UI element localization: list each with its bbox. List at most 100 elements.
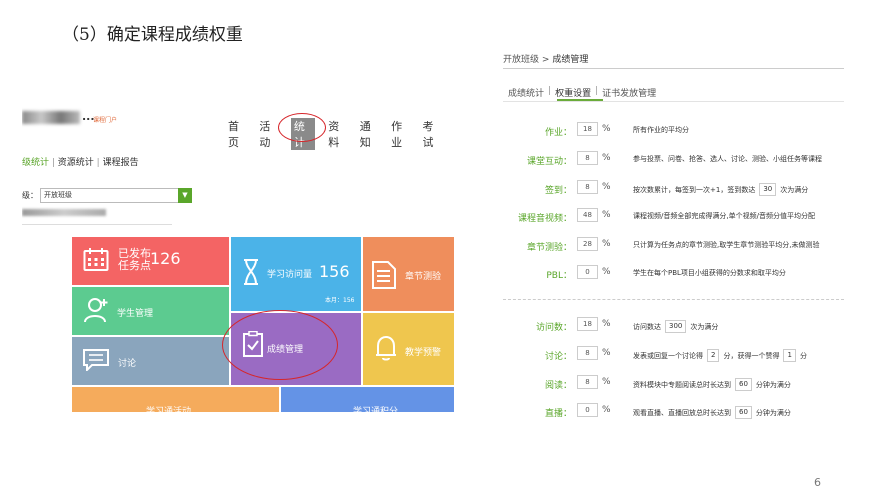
tab-certificate[interactable]: 证书发放管理: [602, 86, 656, 99]
course-portal-screenshot: ... 课程门户 首页 活动 统计 资料 通知 作业 考试 级统计 | 资源统计…: [22, 106, 454, 412]
row-desc: 访问数达 300 次为满分: [633, 320, 718, 333]
document-icon: [372, 261, 396, 289]
row-label: 阅读：: [544, 381, 572, 391]
app-points-label: 学习通积分: [353, 407, 399, 412]
subnav-resource-stats[interactable]: 资源统计: [58, 158, 94, 168]
weight-input[interactable]: 8: [577, 346, 598, 360]
breadcrumb-parent[interactable]: 开放班级: [503, 55, 539, 65]
breadcrumb-divider: [503, 68, 844, 69]
desc-text: 观看直播、直播回放总时长达到: [633, 408, 731, 417]
weight-row-live: 直播： 0 % 观看直播、直播回放总时长达到 60 分钟为满分: [503, 403, 848, 419]
portal-label: 课程门户: [93, 117, 118, 124]
discussion-label: 讨论: [118, 359, 137, 369]
live-minutes-input[interactable]: 60: [735, 406, 752, 419]
tile-discussion[interactable]: 讨论: [72, 337, 229, 385]
desc-text: 按次数累计，每签到一次+1，签到数达: [633, 185, 756, 194]
nav-homework[interactable]: 作业: [391, 118, 409, 150]
sub-nav: 级统计 | 资源统计 | 课程报告: [22, 158, 139, 168]
percent-sign: %: [602, 239, 611, 249]
percent-sign: %: [602, 210, 611, 220]
row-label: 签到：: [544, 186, 572, 196]
row-label: 课程音视频：: [517, 214, 572, 224]
tab-grade-stats[interactable]: 成绩统计: [508, 86, 544, 99]
nav-exam[interactable]: 考试: [423, 118, 441, 150]
percent-sign: %: [602, 153, 611, 163]
warning-label: 教学预警: [405, 348, 442, 358]
published-label-2: 任务点: [118, 259, 151, 272]
weight-input[interactable]: 48: [577, 208, 598, 222]
row-desc: 学生在每个PBL项目小组获得的分数求和取平均分: [633, 269, 786, 277]
tile-student-management[interactable]: 学生管理: [72, 287, 229, 335]
visits-label: 学习访问量: [267, 270, 313, 280]
user-add-icon: [84, 298, 108, 323]
published-count: 126: [150, 249, 181, 268]
weight-input[interactable]: 0: [577, 265, 598, 279]
weight-row-homework: 作业： 18 % 所有作业的平均分: [503, 122, 848, 138]
breadcrumb-sep: >: [541, 55, 550, 65]
weight-input[interactable]: 8: [577, 151, 598, 165]
divider: [22, 224, 172, 225]
like-score-input[interactable]: 1: [783, 349, 796, 362]
bell-icon: [376, 335, 396, 361]
row-desc: 发表或回复一个讨论得 2 分，获得一个赞得 1 分: [633, 349, 807, 362]
row-desc: 参与投票、问卷、抢答、选人、讨论、测验、小组任务等课程: [633, 155, 822, 163]
weight-input[interactable]: 18: [577, 317, 598, 331]
breadcrumb-current: 成绩管理: [552, 55, 589, 65]
percent-sign: %: [602, 267, 611, 277]
weight-settings-screenshot: 开放班级 > 成绩管理 成绩统计 | 权重设置 | 证书发放管理 作业： 18 …: [503, 50, 848, 430]
nav-notice[interactable]: 通知: [360, 118, 378, 150]
reading-minutes-input[interactable]: 60: [735, 378, 752, 391]
tile-app-points[interactable]: 学习通积分: [281, 387, 454, 412]
statistics-highlight-ring: [278, 113, 326, 142]
visits-month: 本月：156: [325, 297, 355, 304]
desc-text: 分钟为满分: [755, 380, 791, 389]
tile-published-tasks[interactable]: 已发布 任务点 126: [72, 237, 229, 285]
weight-row-reading: 阅读： 8 % 资料模块中专题阅读总时长达到 60 分钟为满分: [503, 375, 848, 391]
percent-sign: %: [602, 124, 611, 134]
chat-icon: [83, 349, 109, 371]
percent-sign: %: [602, 182, 611, 192]
row-desc: 只计算为任务点的章节测验,取学生章节测验平均分,未做测验: [633, 241, 820, 249]
subnav-class-stats[interactable]: 级统计: [22, 158, 49, 168]
row-desc: 所有作业的平均分: [633, 126, 689, 134]
row-label: 作业：: [544, 128, 572, 138]
row-label: PBL：: [546, 271, 572, 281]
top-nav: 首页 活动 统计 资料 通知 作业 考试: [228, 118, 454, 150]
nav-activity[interactable]: 活动: [259, 118, 277, 150]
weight-input[interactable]: 8: [577, 375, 598, 389]
visits-count: 156: [319, 262, 350, 281]
blurred-logo: [22, 111, 80, 124]
calendar-icon: [83, 248, 109, 271]
dropdown-arrow-icon[interactable]: ▼: [178, 188, 192, 203]
weight-row-video: 课程音视频： 48 % 课程视频/音频全部完成得满分,单个视频/音频分值平均分配: [503, 208, 848, 224]
student-mgmt-label: 学生管理: [117, 309, 154, 319]
tile-chapter-test[interactable]: 章节测验: [363, 237, 454, 311]
percent-sign: %: [602, 348, 611, 358]
section-divider: [503, 299, 844, 300]
weight-input[interactable]: 18: [577, 122, 598, 136]
tile-teaching-warning[interactable]: 教学预警: [363, 313, 454, 385]
weight-input[interactable]: 0: [577, 403, 598, 417]
class-select[interactable]: 开放班级 ▼: [40, 188, 192, 203]
weight-row-visits: 访问数： 18 % 访问数达 300 次为满分: [503, 317, 848, 333]
checkin-count-input[interactable]: 30: [759, 183, 777, 196]
tab-weight-settings[interactable]: 权重设置: [555, 86, 591, 99]
weight-input[interactable]: 28: [577, 237, 598, 251]
nav-home[interactable]: 首页: [228, 118, 246, 150]
percent-sign: %: [602, 319, 611, 329]
class-selector-row: 级： 开放班级 ▼: [22, 188, 192, 203]
breadcrumb: 开放班级 > 成绩管理: [503, 52, 588, 65]
page-number: 6: [814, 476, 821, 489]
visits-count-input[interactable]: 300: [665, 320, 687, 333]
tile-app-activity[interactable]: 学习通活动: [72, 387, 279, 412]
grade-highlight-ring: [222, 310, 338, 380]
row-label: 访问数：: [535, 323, 572, 333]
subnav-course-report[interactable]: 课程报告: [103, 158, 139, 168]
desc-text: 分: [799, 351, 807, 360]
weight-input[interactable]: 8: [577, 180, 598, 194]
desc-text: 次为满分: [690, 322, 719, 331]
tile-visits[interactable]: 学习访问量 156 本月：156: [231, 237, 361, 311]
post-score-input[interactable]: 2: [707, 349, 720, 362]
row-desc: 观看直播、直播回放总时长达到 60 分钟为满分: [633, 406, 791, 419]
nav-resources[interactable]: 资料: [328, 118, 346, 150]
